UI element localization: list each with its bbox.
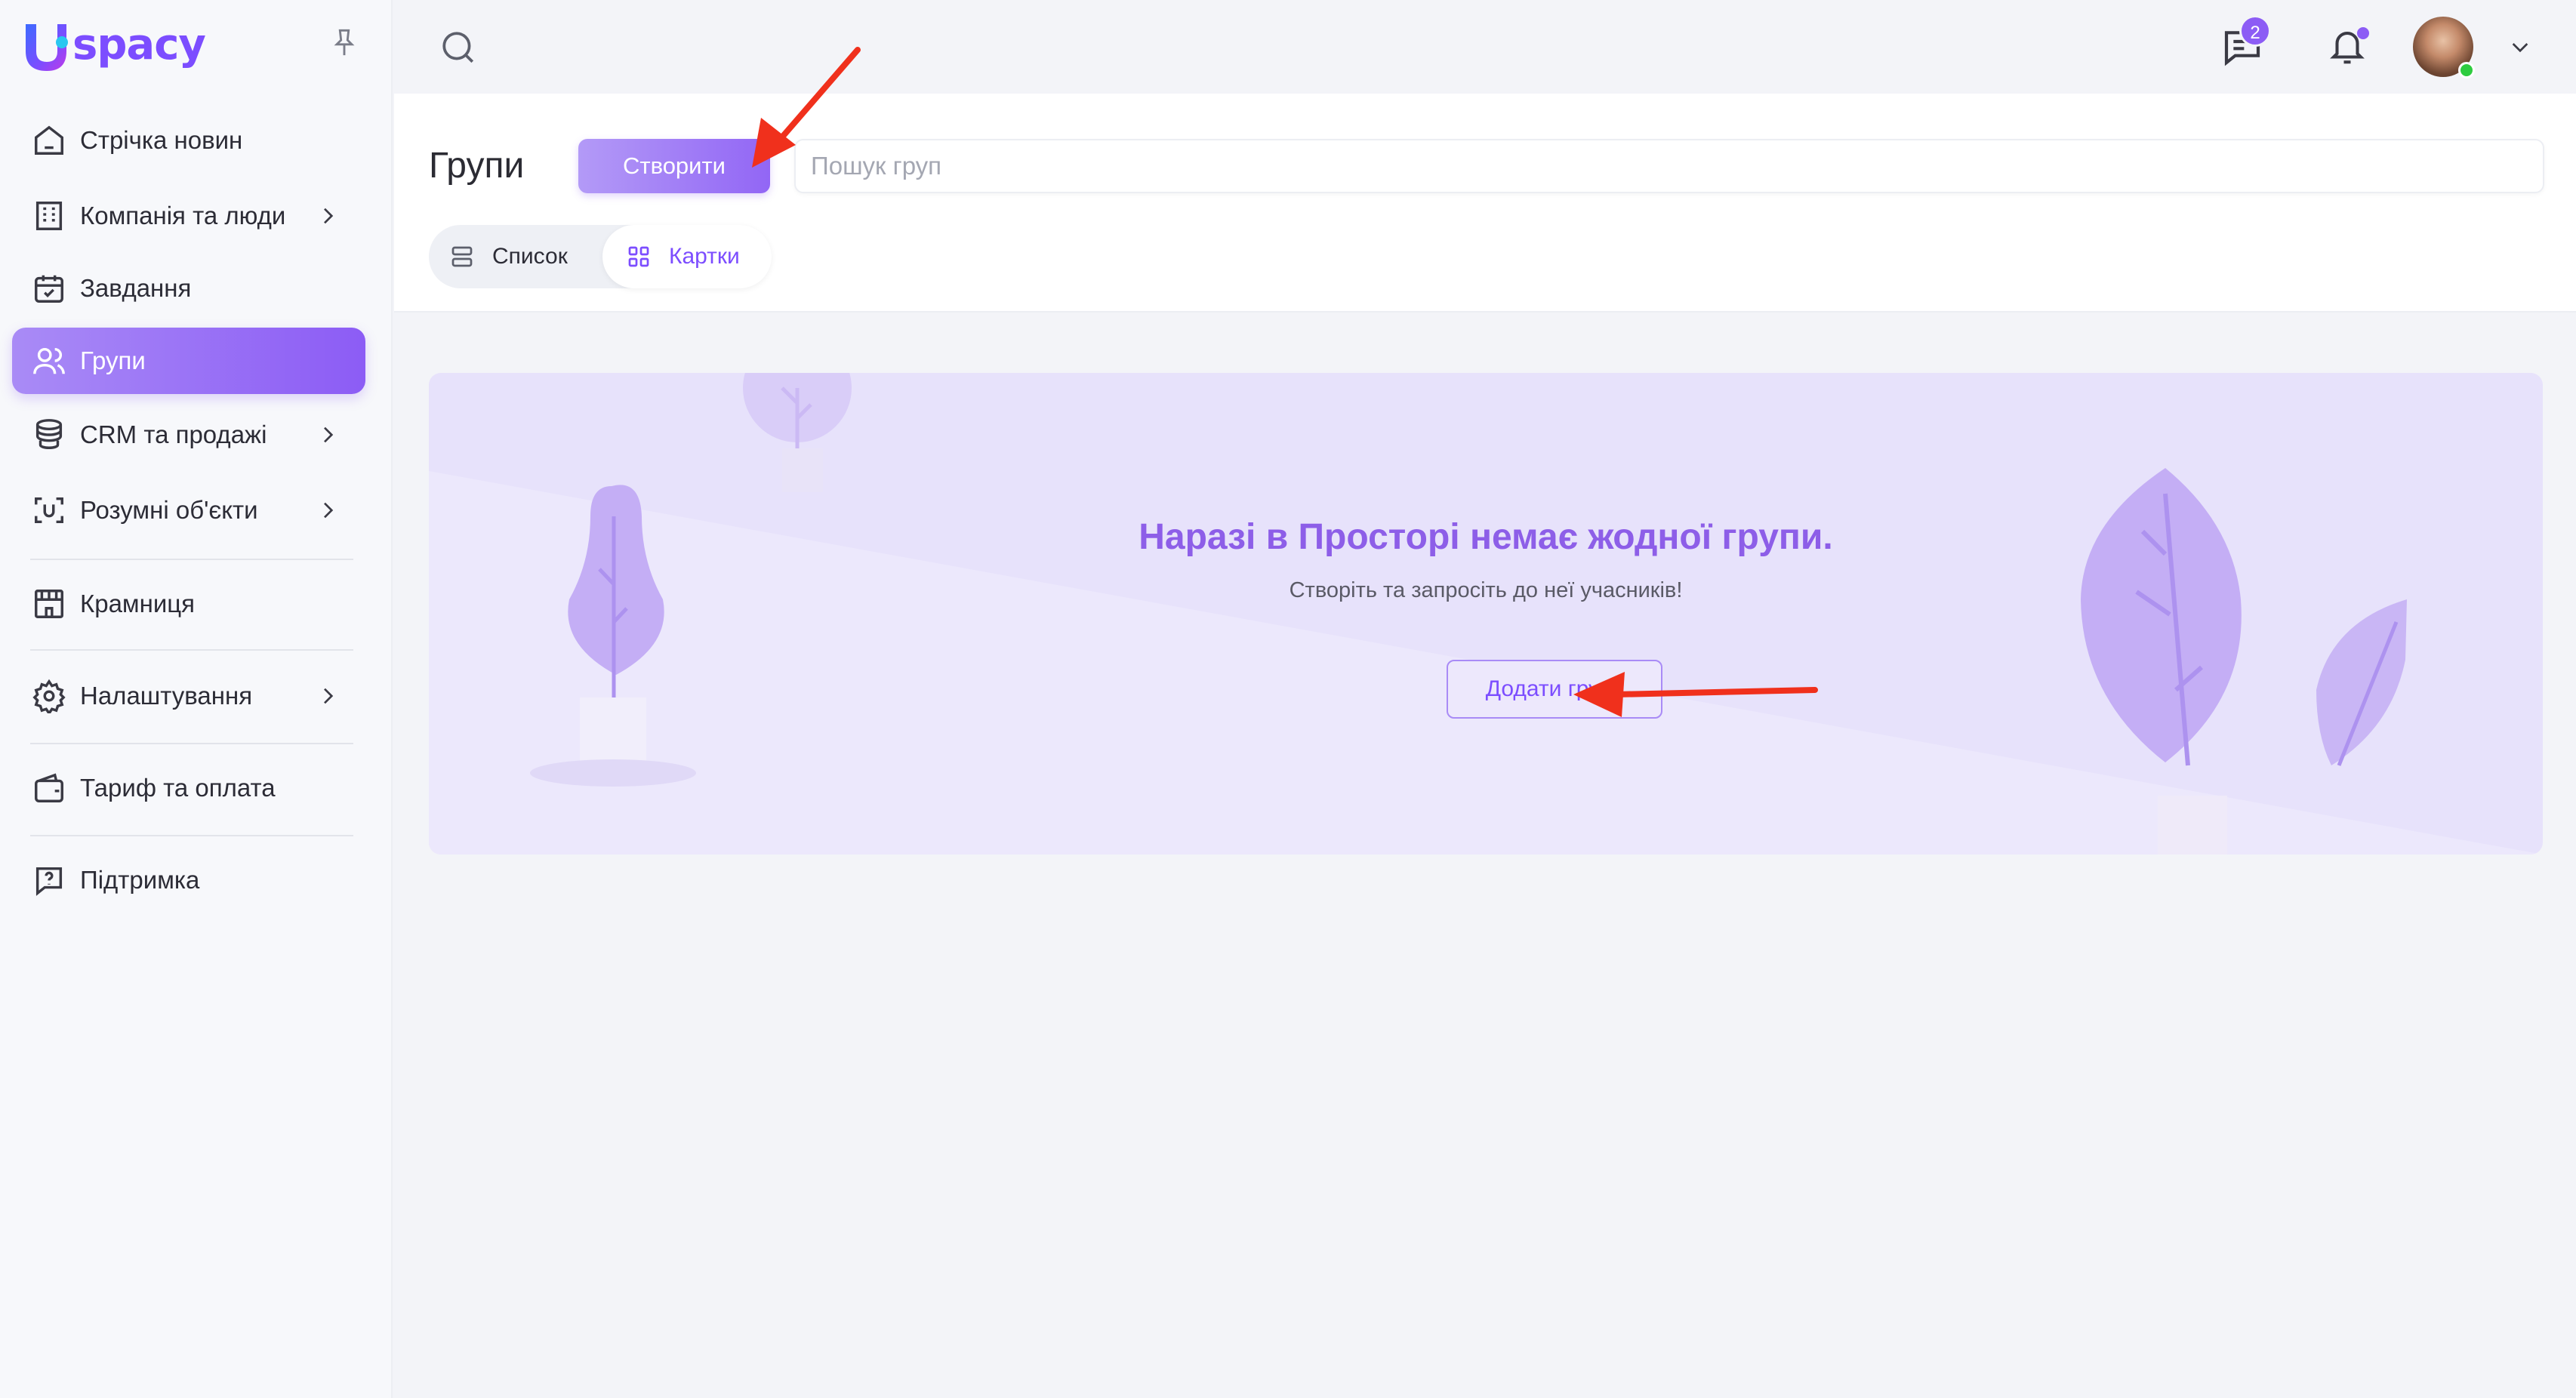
sidebar-item-tasks[interactable]: Завдання <box>12 255 365 322</box>
sidebar-item-label: Розумні об'єкти <box>80 496 258 524</box>
logo-mark-icon <box>26 24 68 71</box>
sidebar-item-company-people[interactable]: Компанія та люди <box>12 183 365 249</box>
building-icon <box>35 202 63 230</box>
chevron-right-icon <box>324 502 334 519</box>
pin-icon[interactable] <box>331 27 358 57</box>
sidebar-item-label: Компанія та люди <box>80 202 286 229</box>
sidebar-item-settings[interactable]: Налаштування <box>12 663 365 729</box>
store-icon <box>35 590 63 618</box>
empty-state-title: Наразі в Просторі немає жодної групи. <box>1139 517 1833 557</box>
calendar-check-icon <box>35 275 63 303</box>
logo-text: spacy <box>72 20 206 69</box>
view-cards-button[interactable]: Картки <box>602 225 772 288</box>
groups-header: Групи Створити Список Картки <box>394 94 2576 313</box>
search-input[interactable] <box>794 139 2544 193</box>
sidebar-item-store[interactable]: Крамниця <box>12 571 365 637</box>
sidebar: spacy Стрічка новин Компанія та люди Зав… <box>0 0 393 1398</box>
notification-dot <box>2357 27 2369 39</box>
content-area: Наразі в Просторі немає жодної групи. Ст… <box>394 314 2576 1398</box>
sidebar-item-support[interactable]: Підтримка <box>12 847 365 913</box>
coins-icon <box>35 419 63 449</box>
view-toggle: Список Картки <box>429 225 772 288</box>
sidebar-item-label: Підтримка <box>80 866 200 894</box>
chevron-down-icon[interactable] <box>2508 35 2532 59</box>
topbar: 2 <box>394 0 2576 94</box>
sidebar-divider <box>30 649 353 651</box>
sidebar-divider <box>30 743 353 744</box>
chevron-right-icon <box>324 426 334 443</box>
sidebar-divider <box>30 835 353 836</box>
sidebar-item-label: Стрічка новин <box>80 126 243 154</box>
sidebar-item-label: Налаштування <box>80 682 253 710</box>
list-view-icon <box>451 246 473 267</box>
gear-icon <box>32 679 66 713</box>
view-cards-label: Картки <box>669 244 740 269</box>
users-icon <box>33 347 65 374</box>
chat-badge: 2 <box>2239 15 2271 47</box>
smart-object-icon <box>35 497 63 524</box>
annotation-arrow-add-group <box>1573 672 1818 717</box>
sidebar-divider <box>30 559 353 560</box>
sidebar-item-crm-sales[interactable]: CRM та продажі <box>12 402 365 468</box>
empty-state-card: Наразі в Просторі немає жодної групи. Ст… <box>429 373 2543 855</box>
home-icon <box>35 125 63 155</box>
sidebar-item-groups[interactable]: Групи <box>12 328 365 394</box>
empty-state-illustration <box>429 373 2543 855</box>
sidebar-item-news-feed[interactable]: Стрічка новин <box>12 107 365 174</box>
sidebar-item-label: Крамниця <box>80 590 196 617</box>
view-list-button[interactable]: Список <box>448 225 607 288</box>
annotation-arrow-create <box>752 47 861 168</box>
sidebar-item-label: CRM та продажі <box>80 420 267 448</box>
wallet-icon <box>35 773 63 802</box>
grid-view-icon <box>628 246 649 267</box>
chevron-right-icon <box>324 688 334 704</box>
uspacy-logo[interactable]: spacy <box>23 20 211 74</box>
sidebar-item-label: Тариф та оплата <box>80 774 276 802</box>
sidebar-item-label: Групи <box>80 346 146 374</box>
sidebar-item-label: Завдання <box>80 274 192 302</box>
chevron-right-icon <box>324 208 334 224</box>
search-icon[interactable] <box>439 29 477 66</box>
online-status-dot <box>2458 62 2475 79</box>
help-icon <box>35 867 63 896</box>
empty-state-subtitle: Створіть та запросіть до неї учасників! <box>1289 578 1683 602</box>
view-list-label: Список <box>492 244 568 269</box>
sidebar-item-billing[interactable]: Тариф та оплата <box>12 755 365 821</box>
sidebar-item-smart-objects[interactable]: Розумні об'єкти <box>12 477 365 543</box>
page-title: Групи <box>429 146 525 186</box>
